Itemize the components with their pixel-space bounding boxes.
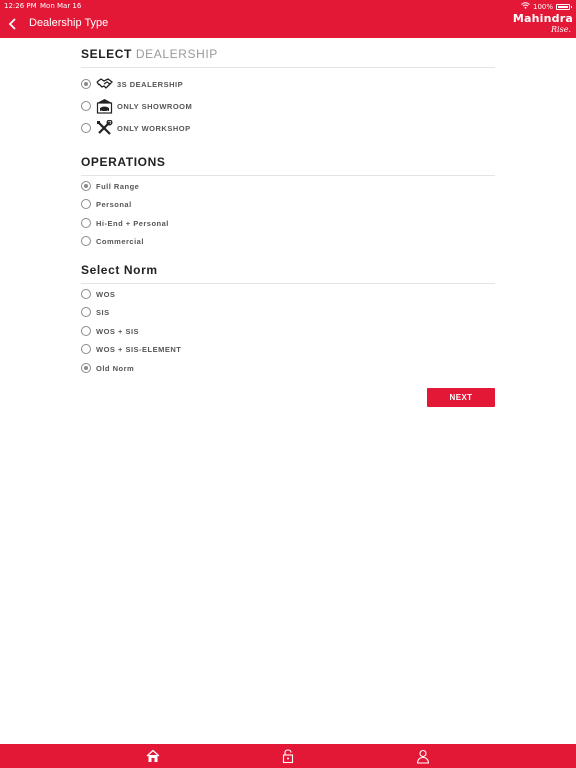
- section-title-select-dealership: SELECT DEALERSHIP: [81, 47, 495, 68]
- option-hi-end-personal[interactable]: Hi-End + Personal: [81, 218, 169, 228]
- option-label: Personal: [96, 199, 132, 209]
- back-icon[interactable]: [6, 16, 20, 32]
- radio-full-range[interactable]: [81, 181, 91, 191]
- select-dealership-section: SELECT DEALERSHIP 3S DEALERSHIP ONLY SHO…: [81, 47, 495, 135]
- option-label: SIS: [96, 307, 110, 317]
- bottom-tab-bar: [0, 744, 576, 768]
- operations-section: OPERATIONS Full Range Personal Hi-End + …: [81, 155, 495, 246]
- option-old-norm[interactable]: Old Norm: [81, 363, 134, 373]
- logo-main-text: Mahindra: [512, 12, 573, 25]
- battery-percent: 100%: [532, 2, 553, 11]
- wifi-icon: [521, 2, 530, 11]
- radio-personal[interactable]: [81, 199, 91, 209]
- home-icon[interactable]: [145, 748, 161, 764]
- option-label: WOS + SIS-ELEMENT: [96, 344, 182, 354]
- radio-old-norm[interactable]: [81, 363, 91, 373]
- section-title-select-norm: Select Norm: [81, 263, 495, 284]
- profile-icon[interactable]: [415, 748, 431, 764]
- radio-only-workshop[interactable]: [81, 123, 91, 133]
- option-only-workshop[interactable]: ONLY WORKSHOP: [81, 120, 191, 136]
- option-label: ONLY SHOWROOM: [117, 101, 193, 111]
- option-only-showroom[interactable]: ONLY SHOWROOM: [81, 98, 192, 114]
- title-light: DEALERSHIP: [135, 47, 218, 61]
- next-button[interactable]: NEXT: [427, 388, 495, 407]
- showroom-icon: [96, 98, 113, 114]
- status-date: Mon Mar 16: [40, 2, 82, 10]
- select-norm-section: Select Norm WOS SIS WOS + SIS WOS + SIS-…: [81, 263, 495, 373]
- option-label: Old Norm: [96, 363, 135, 373]
- option-label: Full Range: [96, 181, 140, 191]
- handshake-icon: [96, 76, 113, 92]
- option-label: WOS + SIS: [96, 326, 140, 336]
- radio-3s-dealership[interactable]: [81, 79, 91, 89]
- battery-icon: [556, 3, 572, 10]
- radio-wos-sis-element[interactable]: [81, 344, 91, 354]
- option-3s-dealership[interactable]: 3S DEALERSHIP: [81, 76, 183, 92]
- option-commercial[interactable]: Commercial: [81, 236, 144, 246]
- radio-wos[interactable]: [81, 289, 91, 299]
- tools-icon: [96, 120, 113, 136]
- radio-hi-end-personal[interactable]: [81, 218, 91, 228]
- radio-commercial[interactable]: [81, 236, 91, 246]
- option-personal[interactable]: Personal: [81, 199, 132, 209]
- option-wos-sis[interactable]: WOS + SIS: [81, 326, 139, 336]
- radio-only-showroom[interactable]: [81, 101, 91, 111]
- option-full-range[interactable]: Full Range: [81, 181, 139, 191]
- option-wos[interactable]: WOS: [81, 289, 115, 299]
- title-bold: SELECT: [81, 47, 132, 61]
- status-time: 12:26 PM: [4, 2, 37, 10]
- page-title: Dealership Type: [29, 17, 109, 29]
- radio-sis[interactable]: [81, 307, 91, 317]
- radio-wos-sis[interactable]: [81, 326, 91, 336]
- option-label: ONLY WORKSHOP: [117, 123, 191, 133]
- option-label: Commercial: [96, 236, 144, 246]
- option-label: Hi-End + Personal: [96, 218, 169, 228]
- section-title-operations: OPERATIONS: [81, 155, 495, 176]
- mahindra-rise-logo: Mahindra Rise.: [503, 13, 573, 37]
- lock-icon[interactable]: [280, 748, 296, 764]
- logo-sub-text: Rise.: [551, 25, 571, 34]
- option-wos-sis-element[interactable]: WOS + SIS-ELEMENT: [81, 344, 181, 354]
- option-sis[interactable]: SIS: [81, 307, 110, 317]
- option-label: 3S DEALERSHIP: [117, 79, 184, 89]
- app-header: 12:26 PM Mon Mar 16 100% Dealership Type…: [0, 0, 576, 38]
- option-label: WOS: [96, 289, 116, 299]
- status-indicators: 100%: [521, 2, 572, 11]
